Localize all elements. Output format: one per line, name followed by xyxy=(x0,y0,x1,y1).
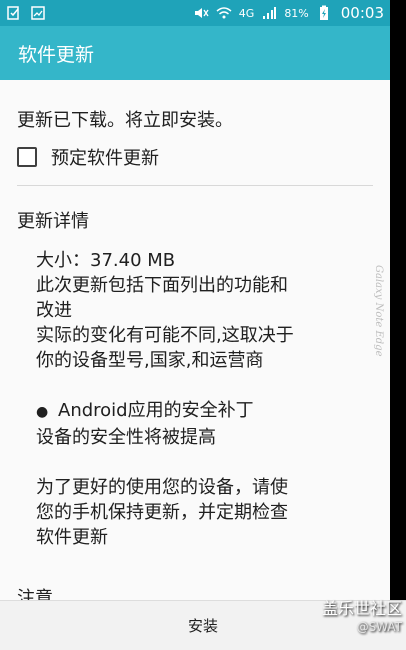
status-right: 4G 81% 00:03 xyxy=(193,4,384,22)
wifi-icon xyxy=(216,5,232,21)
install-button[interactable]: 安装 xyxy=(188,615,218,636)
status-left xyxy=(6,5,46,21)
content-area: 更新已下载。将立即安装。 预定软件更新 更新详情 大小：37.40 MB 此次更… xyxy=(0,80,390,600)
note-heading: 注意 xyxy=(17,588,53,600)
update-size: 大小：37.40 MB xyxy=(36,250,176,271)
watermark-sub: @SWAT xyxy=(356,620,402,634)
tip-line-1: 为了更好的使用您的设备，请使 xyxy=(36,477,288,498)
signal-icon xyxy=(261,5,277,21)
feature-title: Android应用的安全补丁 xyxy=(58,400,254,421)
download-status-message: 更新已下载。将立即安装。 xyxy=(17,110,233,131)
battery-charging-icon xyxy=(316,5,332,21)
network-type: 4G xyxy=(238,6,255,20)
divider xyxy=(17,185,373,186)
edge-label: Galaxy Note Edge xyxy=(373,265,384,357)
watermark: 盖乐世社区 @SWAT xyxy=(322,600,402,636)
description-line-3: 实际的变化有可能不同,这取决于 xyxy=(36,325,294,346)
description-line-2: 改进 xyxy=(36,300,72,321)
tip-line-2: 您的手机保持更新，并定期检查 xyxy=(36,502,288,523)
app-bar: 软件更新 xyxy=(0,26,390,80)
schedule-update-checkbox[interactable] xyxy=(17,147,37,167)
mute-icon xyxy=(193,5,209,21)
battery-percent: 81% xyxy=(284,6,309,20)
description-line-4: 你的设备型号,国家,和运营商 xyxy=(36,350,264,371)
schedule-update-label: 预定软件更新 xyxy=(51,148,159,169)
status-bar: 4G 81% 00:03 xyxy=(0,0,390,26)
description-line-1: 此次更新包括下面列出的功能和 xyxy=(36,275,288,296)
update-details: 大小：37.40 MB 此次更新包括下面列出的功能和 改进 实际的变化有可能不同… xyxy=(36,248,366,550)
watermark-main: 盖乐世社区 xyxy=(321,599,402,618)
page-title: 软件更新 xyxy=(18,43,95,66)
bullet-icon: ● xyxy=(36,404,49,420)
clock: 00:03 xyxy=(340,4,384,22)
feature-bullet: ● Android应用的安全补丁 xyxy=(36,398,366,425)
notification-check-icon xyxy=(6,5,22,21)
schedule-update-option[interactable]: 预定软件更新 xyxy=(17,144,159,170)
tip-line-3: 软件更新 xyxy=(36,527,108,548)
feature-description: 设备的安全性将被提高 xyxy=(36,427,216,448)
image-icon xyxy=(30,5,46,21)
update-details-title: 更新详情 xyxy=(17,211,89,232)
